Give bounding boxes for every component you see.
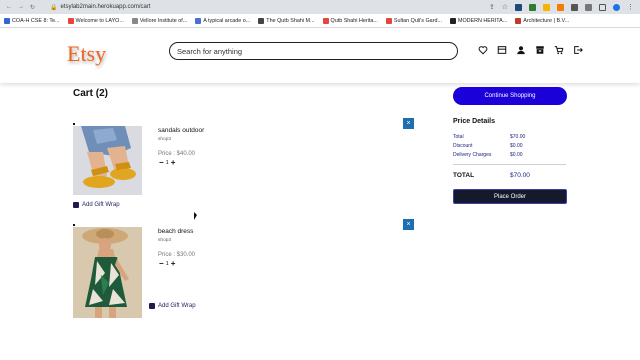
bookmark-favicon-icon (322, 17, 329, 24)
search-input[interactable]: Search for anything (169, 42, 458, 60)
logout-icon[interactable] (573, 45, 583, 55)
bookmark-label: A typical arcade o... (203, 17, 251, 24)
quantity-stepper: − 1 + (159, 260, 175, 268)
etsy-logo[interactable]: Etsy (67, 41, 106, 67)
total-label: TOTAL (453, 172, 475, 179)
price-row-value: $70.00 (510, 134, 526, 140)
remove-item-button[interactable]: × (403, 118, 414, 129)
total-value: $70.00 (510, 172, 530, 179)
site-header: Etsy Search for anything (0, 28, 640, 83)
divider (453, 164, 566, 165)
forward-icon[interactable]: → (18, 4, 24, 11)
gift-wrap-label: Add Gift Wrap (158, 303, 196, 309)
remove-item-button[interactable]: × (403, 219, 414, 230)
decrease-quantity-button[interactable]: − (159, 159, 164, 167)
menu-icon[interactable]: ⋮ (627, 3, 634, 11)
heart-icon[interactable] (478, 45, 488, 55)
cart-icon[interactable] (554, 45, 564, 55)
bookmark-favicon-icon (385, 17, 392, 24)
bookmark-item[interactable]: COA-H CSE 8: Te... (4, 17, 60, 24)
bookmark-label: MODERN HERITA... (457, 17, 508, 24)
quantity-value: 1 (165, 160, 169, 166)
bookmark-label: Sultan Quli's Gard... (393, 17, 442, 24)
bookmark-favicon-icon (258, 17, 265, 24)
price-row-label: Delivery Charges (453, 152, 492, 158)
gift-wrap-checkbox[interactable] (149, 303, 155, 309)
user-icon[interactable] (516, 45, 526, 55)
item-name[interactable]: sandals outdoor (158, 127, 204, 134)
item-shop: shop3 (158, 238, 172, 243)
price-details-title: Price Details (453, 118, 496, 125)
increase-quantity-button[interactable]: + (171, 260, 176, 268)
gift-wrap-checkbox[interactable] (73, 202, 79, 208)
bookmark-favicon-icon (449, 17, 456, 24)
reload-icon[interactable]: ↻ (30, 4, 35, 11)
item-price: Price : $40.00 (158, 151, 196, 157)
bookmark-favicon-icon (67, 17, 74, 24)
address-bar[interactable]: 🔒 etsylab2main.herokuapp.com/cart (50, 4, 489, 11)
bookmark-item[interactable]: A typical arcade o... (195, 17, 251, 24)
puzzle-icon[interactable] (585, 3, 592, 11)
price-row-label: Total (453, 134, 464, 140)
price-row-value: $0.00 (510, 152, 523, 158)
bookmark-item[interactable]: Architecture | B.V... (515, 17, 570, 24)
price-row-label: Discount (453, 143, 473, 149)
lock-icon: 🔒 (50, 4, 58, 11)
bookmark-item[interactable]: Vellore Institute of... (131, 17, 188, 24)
decrease-quantity-button[interactable]: − (159, 260, 164, 268)
bookmark-item[interactable]: MODERN HERITA... (449, 17, 508, 24)
bookmarks-bar: COA-H CSE 8: Te... Welcome to LAYO... Vell… (0, 14, 640, 28)
mouse-cursor (194, 212, 197, 220)
bookmark-favicon-icon (195, 17, 202, 24)
bookmark-label: Qutb Shahi Herita... (330, 17, 378, 24)
bookmark-label: Welcome to LAYO... (75, 17, 124, 24)
gift-wrap-option[interactable]: Add Gift Wrap (73, 202, 120, 208)
bookmark-item[interactable]: The Qutb Shahi M... (258, 17, 315, 24)
shop-icon[interactable] (535, 45, 545, 55)
bookmark-item[interactable]: Sultan Quli's Gard... (385, 17, 442, 24)
extension-icon[interactable] (529, 3, 536, 11)
item-price: Price : $30.00 (158, 252, 196, 258)
item-name[interactable]: beach dress (158, 228, 193, 235)
product-image-beach-dress[interactable] (73, 227, 142, 318)
browser-nav: ← → ↻ (6, 4, 50, 11)
increase-quantity-button[interactable]: + (171, 159, 176, 167)
bookmark-item[interactable]: Welcome to LAYO... (67, 17, 124, 24)
place-order-button[interactable]: Place Order (453, 189, 567, 204)
profile-avatar[interactable] (613, 3, 620, 11)
bookmark-favicon-icon (131, 17, 138, 24)
bookmark-favicon-icon (4, 17, 10, 24)
bookmark-label: COA-H CSE 8: Te... (12, 17, 60, 24)
bookmark-label: The Qutb Shahi M... (266, 17, 315, 24)
header-icons (478, 45, 583, 55)
orders-icon[interactable] (497, 45, 507, 55)
product-image-sandals[interactable] (73, 126, 142, 195)
gift-wrap-label: Add Gift Wrap (82, 202, 120, 208)
address-text: etsylab2main.herokuapp.com/cart (60, 4, 151, 10)
sidebar-icon[interactable] (599, 3, 606, 11)
extension-icon[interactable] (571, 3, 578, 11)
item-marker (73, 123, 75, 125)
bookmark-label: Architecture | B.V... (523, 17, 570, 24)
item-shop: shop3 (158, 137, 172, 142)
star-icon[interactable]: ☆ (502, 3, 508, 11)
bookmark-label: Vellore Institute of... (139, 17, 188, 24)
extension-icon[interactable] (515, 3, 522, 11)
share-icon[interactable]: ⇪ (489, 3, 495, 11)
back-icon[interactable]: ← (6, 4, 12, 11)
bookmark-item[interactable]: Qutb Shahi Herita... (322, 17, 378, 24)
extension-icon[interactable] (543, 3, 550, 11)
item-marker (73, 224, 75, 226)
price-row-value: $0.00 (510, 143, 523, 149)
bookmark-favicon-icon (515, 17, 522, 24)
browser-toolbar: ← → ↻ 🔒 etsylab2main.herokuapp.com/cart … (0, 0, 640, 14)
cart-title: Cart (2) (73, 88, 109, 99)
extension-icon[interactable] (557, 3, 564, 11)
extension-icons: ⇪ ☆ ⋮ (489, 3, 634, 11)
continue-shopping-button[interactable]: Continue Shopping (453, 87, 567, 105)
gift-wrap-option[interactable]: Add Gift Wrap (149, 303, 196, 309)
quantity-stepper: − 1 + (159, 159, 175, 167)
quantity-value: 1 (165, 261, 169, 267)
